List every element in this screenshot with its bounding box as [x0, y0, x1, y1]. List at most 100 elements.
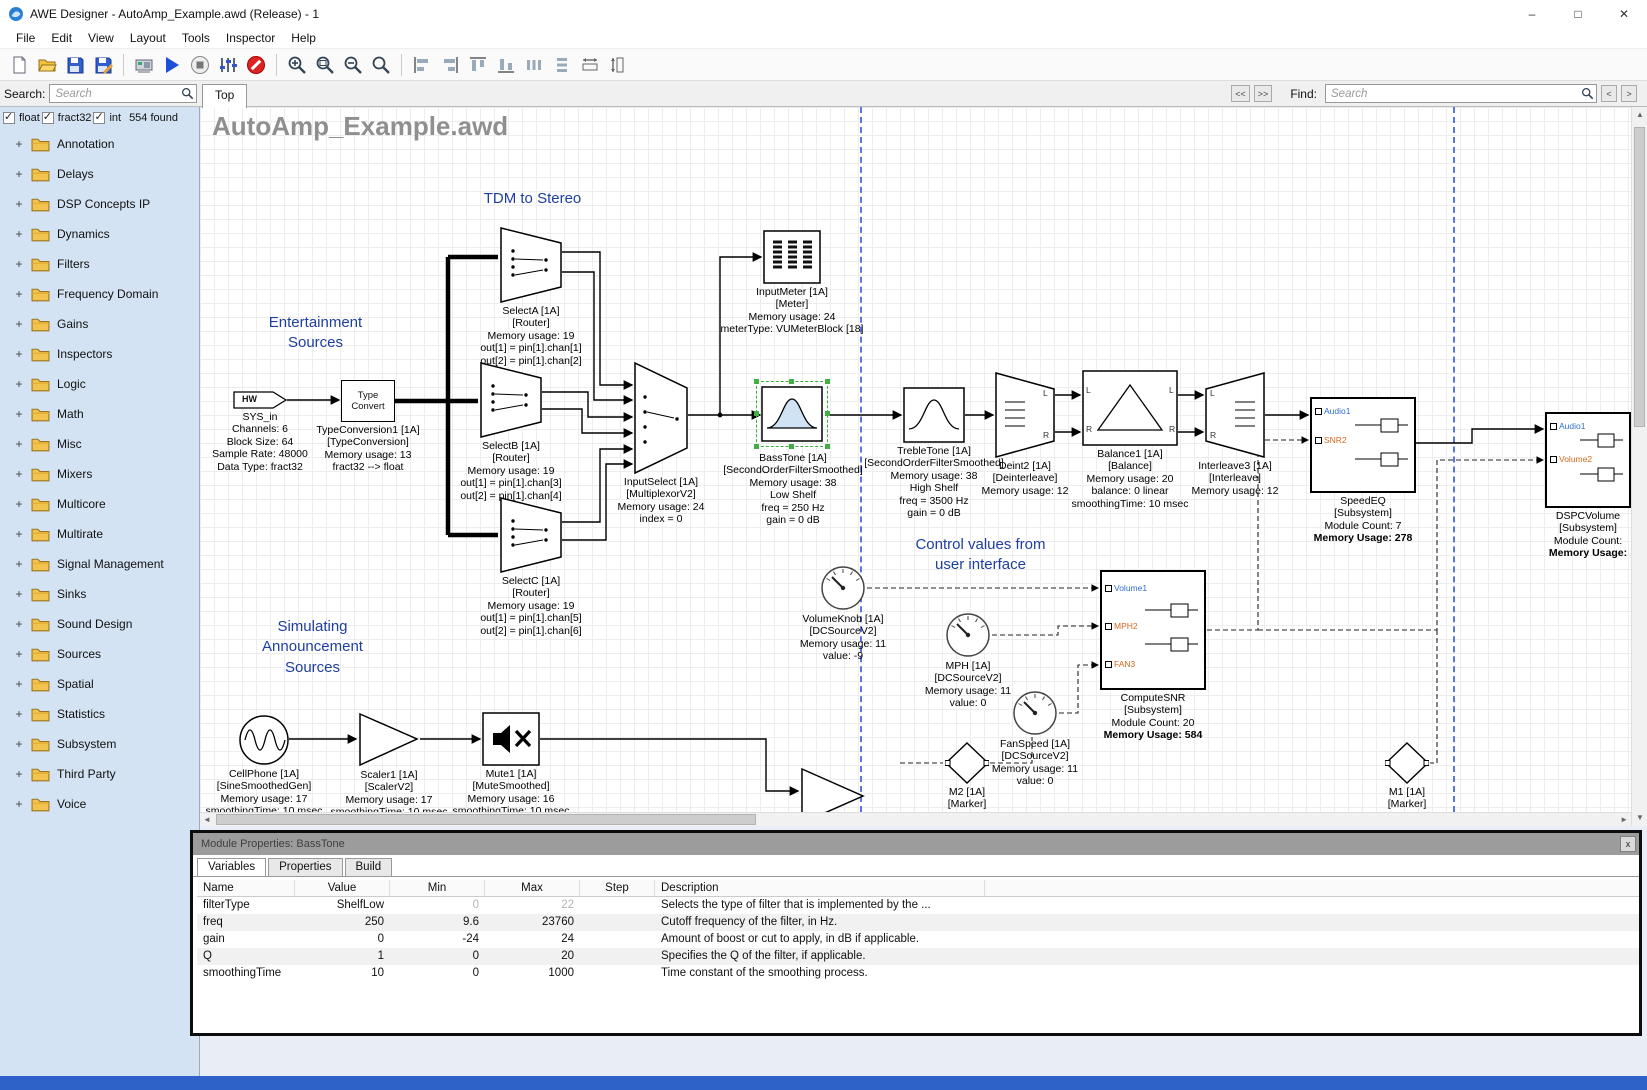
tree-item-subsystem[interactable]: +Subsystem — [0, 729, 199, 759]
block-scaler1[interactable]: Scaler1 [1A] [ScalerV2] Memory usage: 17… — [358, 712, 420, 812]
match-width-button[interactable] — [577, 52, 603, 78]
distribute-vertical-button[interactable] — [549, 52, 575, 78]
tab-variables[interactable]: Variables — [197, 858, 266, 876]
column-header-value[interactable]: Value — [295, 880, 390, 896]
block-speedeq[interactable]: Audio1 SNR2 SpeedEQ [Subsystem] Module C… — [1310, 397, 1416, 545]
align-left-button[interactable] — [409, 52, 435, 78]
block-mute1[interactable]: Mute1 [1A] [MuteSmoothed] Memory usage: … — [482, 712, 540, 812]
save-file-button[interactable] — [62, 52, 88, 78]
tree-item-frequency-domain[interactable]: +Frequency Domain — [0, 279, 199, 309]
block-fanspeed[interactable]: FanSpeed [1A] [DCSourceV2] Memory usage:… — [1012, 690, 1058, 788]
pin-snr2[interactable]: SNR2 — [1315, 435, 1347, 445]
tree-item-sinks[interactable]: +Sinks — [0, 579, 199, 609]
tab-build[interactable]: Build — [345, 858, 393, 876]
block-cellphone[interactable]: CellPhone [1A] [SineSmoothedGen] Memory … — [238, 714, 290, 812]
tree-item-dynamics[interactable]: +Dynamics — [0, 219, 199, 249]
cell-value[interactable]: ShelfLow — [295, 897, 390, 914]
expand-plus-icon[interactable]: + — [14, 707, 24, 721]
pin-mph2[interactable]: MPH2 — [1105, 621, 1138, 631]
tree-item-signal-management[interactable]: +Signal Management — [0, 549, 199, 579]
selection-handle[interactable] — [754, 379, 759, 384]
expand-plus-icon[interactable]: + — [14, 677, 24, 691]
block-selectc[interactable]: SelectC [1A] [Router] Memory usage: 19 o… — [500, 497, 562, 637]
new-file-button[interactable] — [6, 52, 32, 78]
expand-plus-icon[interactable]: + — [14, 227, 24, 241]
block-mph[interactable]: MPH [1A] [DCSourceV2] Memory usage: 11 v… — [945, 612, 991, 710]
panel-header[interactable]: Module Properties: BassTone x — [193, 833, 1639, 855]
block-balance1[interactable]: L R L R Balance1 [1A] [Balance] Memory u… — [1082, 370, 1178, 510]
connect-hardware-button[interactable] — [131, 52, 157, 78]
tree-item-gains[interactable]: +Gains — [0, 309, 199, 339]
tab-top[interactable]: Top — [202, 84, 247, 108]
selection-handle[interactable] — [754, 444, 759, 449]
tree-item-sound-design[interactable]: +Sound Design — [0, 609, 199, 639]
tree-item-third-party[interactable]: +Third Party — [0, 759, 199, 789]
fract32-checkbox[interactable] — [42, 112, 54, 124]
tree-item-sources[interactable]: +Sources — [0, 639, 199, 669]
pin-volume1[interactable]: Volume1 — [1105, 583, 1147, 593]
pin-audio1[interactable]: Audio1 — [1315, 406, 1350, 416]
align-right-button[interactable] — [437, 52, 463, 78]
block-basstone[interactable]: BassTone [1A] [SecondOrderFilterSmoothed… — [756, 381, 830, 526]
menu-edit[interactable]: Edit — [43, 29, 80, 47]
cell-value[interactable]: 250 — [295, 914, 390, 931]
tree-item-mixers[interactable]: +Mixers — [0, 459, 199, 489]
expand-plus-icon[interactable]: + — [14, 137, 24, 151]
block-volumeknob[interactable]: VolumeKnob [1A] [DCSourceV2] Memory usag… — [820, 565, 866, 663]
zoom-out-button[interactable] — [340, 52, 366, 78]
property-row-filterType[interactable]: filterTypeShelfLow022Selects the type of… — [197, 897, 1639, 914]
find-first-button[interactable]: << — [1231, 85, 1250, 102]
halt-button[interactable] — [243, 52, 269, 78]
panel-close-button[interactable]: x — [1620, 836, 1636, 852]
property-row-freq[interactable]: freq2509.623760Cutoff frequency of the f… — [197, 914, 1639, 931]
expand-plus-icon[interactable]: + — [14, 257, 24, 271]
cell-value[interactable]: 0 — [295, 931, 390, 948]
expand-plus-icon[interactable]: + — [14, 437, 24, 451]
vscroll-thumb[interactable] — [1634, 127, 1645, 427]
zoom-in-button[interactable] — [284, 52, 310, 78]
scroll-up-icon[interactable]: ▲ — [1636, 108, 1644, 122]
zoom-selection-button[interactable] — [368, 52, 394, 78]
find-last-button[interactable]: >> — [1254, 85, 1273, 102]
column-header-min[interactable]: Min — [390, 880, 485, 896]
expand-plus-icon[interactable]: + — [14, 377, 24, 391]
expand-plus-icon[interactable]: + — [14, 317, 24, 331]
title-bar[interactable]: AWE Designer - AutoAmp_Example.awd (Rele… — [0, 0, 1647, 28]
expand-plus-icon[interactable]: + — [14, 767, 24, 781]
tree-item-voice[interactable]: +Voice — [0, 789, 199, 819]
vertical-scrollbar[interactable]: ▲ ▼ — [1631, 107, 1647, 826]
selection-handle[interactable] — [825, 411, 830, 416]
expand-plus-icon[interactable]: + — [14, 527, 24, 541]
tree-item-multirate[interactable]: +Multirate — [0, 519, 199, 549]
block-m2[interactable]: M2 [1A] [Marker] — [945, 742, 989, 811]
tuning-button[interactable] — [215, 52, 241, 78]
property-row-gain[interactable]: gain0-2424Amount of boost or cut to appl… — [197, 931, 1639, 948]
tree-item-delays[interactable]: +Delays — [0, 159, 199, 189]
selection-handle[interactable] — [825, 379, 830, 384]
expand-plus-icon[interactable]: + — [14, 347, 24, 361]
block-selectb[interactable]: SelectB [1A] [Router] Memory usage: 19 o… — [480, 362, 542, 502]
expand-plus-icon[interactable]: + — [14, 737, 24, 751]
cell-value[interactable]: 1 — [295, 948, 390, 965]
open-file-button[interactable] — [34, 52, 60, 78]
expand-plus-icon[interactable]: + — [14, 467, 24, 481]
tree-item-spatial[interactable]: +Spatial — [0, 669, 199, 699]
block-interleave3[interactable]: L R Interleave3 [1A] [Interleave] Memory… — [1205, 372, 1265, 497]
expand-plus-icon[interactable]: + — [14, 587, 24, 601]
expand-plus-icon[interactable]: + — [14, 287, 24, 301]
design-canvas[interactable]: AutoAmp_Example.awd TDM to Stereo Entert… — [200, 107, 1631, 812]
tree-item-dsp-concepts-ip[interactable]: +DSP Concepts IP — [0, 189, 199, 219]
column-header-step[interactable]: Step — [580, 880, 655, 896]
int-checkbox[interactable] — [93, 112, 105, 124]
block-sys-in[interactable]: HW SYS_in Channels: 6 Block Size: 64 Sam… — [233, 391, 287, 473]
expand-plus-icon[interactable]: + — [14, 497, 24, 511]
align-top-button[interactable] — [465, 52, 491, 78]
tree-item-misc[interactable]: +Misc — [0, 429, 199, 459]
tree-item-filters[interactable]: +Filters — [0, 249, 199, 279]
menu-help[interactable]: Help — [283, 29, 324, 47]
selection-handle[interactable] — [754, 411, 759, 416]
minimize-button[interactable]: – — [1509, 0, 1555, 28]
find-input[interactable] — [1325, 84, 1597, 103]
search-input[interactable] — [49, 84, 197, 103]
float-checkbox[interactable] — [3, 112, 15, 124]
